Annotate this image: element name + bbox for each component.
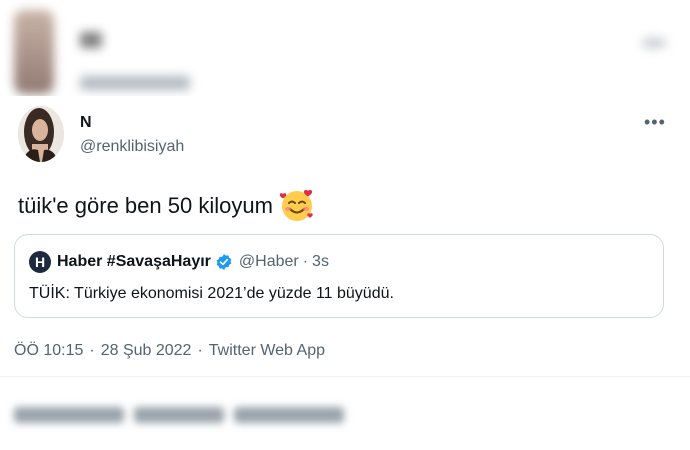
tweet-text-row: tüik'e göre ben 50 kiloyum: [18, 188, 315, 224]
divider: [0, 376, 690, 377]
blurred-more-icon: [642, 38, 666, 48]
separator: ·: [197, 342, 203, 359]
quoted-tweet-text: TÜİK: Türkiye ekonomisi 2021’de yüzde 11…: [29, 285, 394, 302]
quoted-tweet-header: H Haber #SavaşaHayır @Haber · 3s: [29, 251, 329, 273]
tweet-time[interactable]: ÖÖ 10:15: [14, 342, 83, 360]
blurred-text: [14, 407, 124, 423]
author-handle[interactable]: @renklibisiyah: [80, 138, 184, 156]
tweet-meta: ÖÖ 10:15 · 28 Şub 2022 · Twitter Web App: [14, 342, 325, 360]
blurred-handle: [80, 76, 190, 90]
quoted-author-name[interactable]: Haber #SavaşaHayır: [57, 253, 211, 271]
blurred-text: [234, 407, 344, 423]
blurred-text: [134, 407, 224, 423]
author-name[interactable]: N: [80, 114, 92, 132]
verified-badge-icon: [215, 253, 233, 271]
smiling-face-with-hearts-icon: [279, 188, 315, 224]
blurred-stats: [14, 402, 344, 428]
quoted-author-handle[interactable]: @Haber: [239, 253, 299, 271]
tweet-text: tüik'e göre ben 50 kiloyum: [18, 193, 273, 218]
separator: ·: [89, 342, 95, 359]
haber-logo-icon: H: [29, 251, 51, 273]
quoted-time[interactable]: 3s: [312, 253, 329, 271]
tweet-source-app[interactable]: Twitter Web App: [209, 342, 325, 360]
quoted-tweet[interactable]: H Haber #SavaşaHayır @Haber · 3s TÜİK: T…: [14, 234, 664, 318]
tweet: N @renklibisiyah ••• tüik'e göre ben 50 …: [0, 96, 690, 450]
blurred-name: [80, 32, 102, 48]
blurred-header: [0, 0, 690, 96]
more-icon[interactable]: •••: [644, 112, 666, 133]
separator: ·: [302, 253, 309, 270]
avatar[interactable]: [18, 106, 64, 162]
tweet-date[interactable]: 28 Şub 2022: [101, 342, 192, 360]
blurred-avatar: [14, 10, 54, 94]
